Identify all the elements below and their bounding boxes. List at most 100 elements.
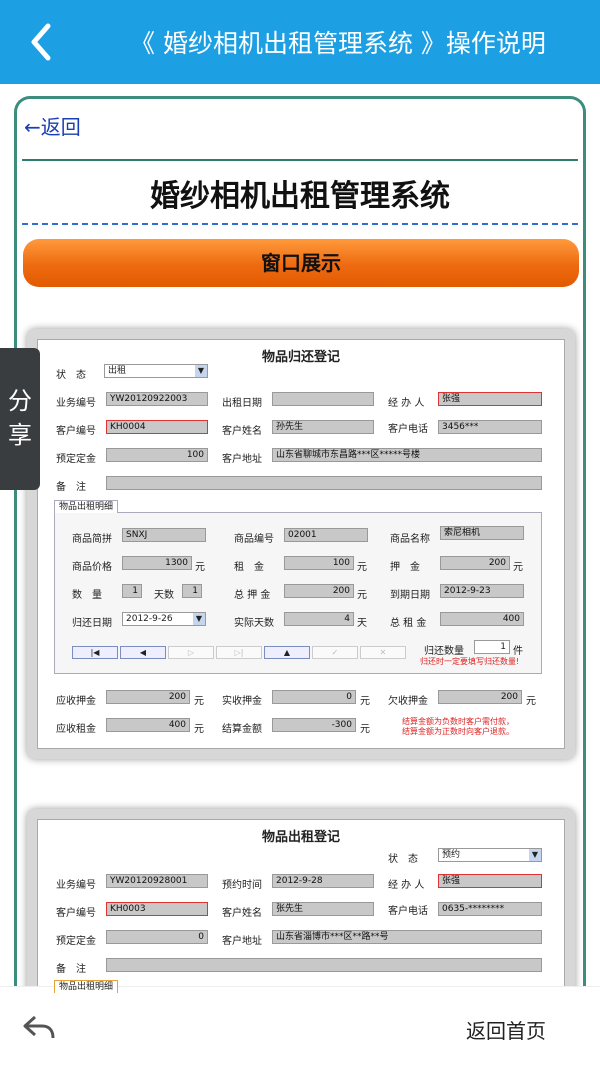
divider <box>22 159 578 161</box>
next-record-button[interactable]: ▷ <box>168 646 214 659</box>
paid-pledge-label: 实收押金 <box>222 696 262 707</box>
status-select[interactable]: 出租 ▼ <box>104 364 208 378</box>
cust-name-label: 客户姓名 <box>222 426 262 437</box>
return-arrow-icon[interactable] <box>22 1013 56 1041</box>
rent-window: 物品出租登记 状 态 预约 ▼ 业务编号 YW20120928001 预约时间 2… <box>37 819 565 996</box>
memo-field[interactable] <box>106 958 542 972</box>
qty-field[interactable]: 1 <box>122 584 142 598</box>
actual-days-label: 实际天数 <box>234 618 274 629</box>
addr-field[interactable]: 山东省聊城市东昌路***区*****号楼 <box>272 448 542 462</box>
memo-field[interactable] <box>106 476 542 490</box>
unit-yuan: 元 <box>194 696 204 707</box>
deposit-field[interactable]: 100 <box>106 448 208 462</box>
cust-no-label: 客户编号 <box>56 426 96 437</box>
abbr-label: 商品简拼 <box>72 534 112 545</box>
first-record-button[interactable]: |◀ <box>72 646 118 659</box>
prev-record-button[interactable]: ◀ <box>120 646 166 659</box>
status-value: 预约 <box>442 850 461 860</box>
total-rent-field[interactable]: 400 <box>440 612 524 626</box>
cust-phone-field[interactable]: 0635-******** <box>438 902 542 916</box>
actual-days-field[interactable]: 4 <box>284 612 354 626</box>
unit-yuan: 元 <box>360 724 370 735</box>
cust-name-label: 客户姓名 <box>222 908 262 919</box>
total-pledge-field[interactable]: 200 <box>284 584 354 598</box>
chevron-down-icon: ▼ <box>529 849 541 861</box>
tab-rental-detail[interactable]: 物品出租明细 <box>54 980 119 993</box>
owed-pledge-field[interactable]: 200 <box>438 690 522 704</box>
return-window: 物品归还登记 状 态 出租 ▼ 业务编号 YW20120922003 出租日期 经… <box>37 339 565 749</box>
status-label: 状 态 <box>388 854 418 865</box>
ret-qty-label: 归还数量 <box>424 646 464 657</box>
code-field[interactable]: 02001 <box>284 528 368 542</box>
biz-no-field[interactable]: YW20120922003 <box>106 392 208 406</box>
total-pledge-label: 总 押 金 <box>234 590 271 601</box>
deposit-label: 预定定金 <box>56 454 96 465</box>
cust-name-field[interactable]: 孙先生 <box>272 420 374 434</box>
back-link[interactable]: ←返回 <box>24 111 81 140</box>
addr-field[interactable]: 山东省淄博市***区**路**号 <box>272 930 542 944</box>
biz-no-label: 业务编号 <box>56 880 96 891</box>
addr-label: 客户地址 <box>222 454 262 465</box>
name-field[interactable]: 索尼相机 <box>440 526 524 540</box>
share-tab[interactable]: 分享 <box>0 348 40 490</box>
window-title: 物品出租登记 <box>261 830 340 845</box>
unit-yuan: 元 <box>526 696 536 707</box>
days-field[interactable]: 1 <box>182 584 202 598</box>
rent-label: 租 金 <box>234 562 264 573</box>
handler-field[interactable]: 张强 <box>438 392 542 406</box>
name-label: 商品名称 <box>390 534 430 545</box>
deposit-field[interactable]: 0 <box>106 930 208 944</box>
cust-no-field[interactable]: KH0003 <box>106 902 208 916</box>
due-rent-field[interactable]: 400 <box>106 718 190 732</box>
home-button[interactable]: 返回首页 <box>466 1015 546 1044</box>
unit-yuan: 元 <box>357 590 367 601</box>
status-label: 状 态 <box>56 370 86 381</box>
handler-label: 经 办 人 <box>388 880 425 891</box>
memo-label: 备 注 <box>56 482 86 493</box>
tab-rental-detail[interactable]: 物品出租明细 <box>54 500 119 513</box>
unit-day: 天 <box>357 618 367 629</box>
status-select[interactable]: 预约 ▼ <box>438 848 542 862</box>
cust-phone-field[interactable]: 3456*** <box>438 420 542 434</box>
add-record-button[interactable]: ▲ <box>264 646 310 659</box>
total-rent-label: 总 租 金 <box>390 618 427 629</box>
unit-yuan: 元 <box>513 562 523 573</box>
book-time-field[interactable]: 2012-9-28 <box>272 874 374 888</box>
deposit-label: 预定定金 <box>56 936 96 947</box>
price-field[interactable]: 1300 <box>122 556 192 570</box>
handler-field[interactable]: 张强 <box>438 874 542 888</box>
return-window-screenshot: 物品归还登记 状 态 出租 ▼ 业务编号 YW20120922003 出租日期 经… <box>27 329 575 759</box>
last-record-button[interactable]: ▷| <box>216 646 262 659</box>
unit-yuan: 元 <box>194 724 204 735</box>
pledge-field[interactable]: 200 <box>440 556 510 570</box>
confirm-record-button[interactable]: ✓ <box>312 646 358 659</box>
settle-note: 结算金额为正数时向客户退款。 <box>402 727 514 736</box>
cust-name-field[interactable]: 张先生 <box>272 902 374 916</box>
code-label: 商品编号 <box>234 534 274 545</box>
settle-field[interactable]: -300 <box>272 718 356 732</box>
due-field[interactable]: 2012-9-23 <box>440 584 524 598</box>
window-showcase-button[interactable]: 窗口展示 <box>23 239 579 287</box>
abbr-field[interactable]: SNXJ <box>122 528 206 542</box>
paid-pledge-field[interactable]: 0 <box>272 690 356 704</box>
return-note: 归还时一定要填写归还数量! <box>420 657 520 666</box>
unit-yuan: 元 <box>195 562 205 573</box>
ret-date-value: 2012-9-26 <box>126 614 173 624</box>
cancel-record-button[interactable]: ✕ <box>360 646 406 659</box>
top-bar: 《 婚纱相机出租管理系统 》操作说明 <box>0 0 600 84</box>
biz-no-field[interactable]: YW20120928001 <box>106 874 208 888</box>
dashed-divider <box>22 223 578 225</box>
due-pledge-field[interactable]: 200 <box>106 690 190 704</box>
rent-field[interactable]: 100 <box>284 556 354 570</box>
unit-piece: 件 <box>513 646 523 657</box>
rent-window-screenshot: 物品出租登记 状 态 预约 ▼ 业务编号 YW20120928001 预约时间 2… <box>27 809 575 996</box>
unit-yuan: 元 <box>357 562 367 573</box>
addr-label: 客户地址 <box>222 936 262 947</box>
chevron-down-icon: ▼ <box>195 365 207 377</box>
chevron-left-icon[interactable] <box>22 20 62 64</box>
cust-no-field[interactable]: KH0004 <box>106 420 208 434</box>
handler-label: 经 办 人 <box>388 398 425 409</box>
rent-date-field[interactable] <box>272 392 374 406</box>
ret-qty-field[interactable]: 1 <box>474 640 510 654</box>
ret-date-picker[interactable]: 2012-9-26 ▼ <box>122 612 206 626</box>
